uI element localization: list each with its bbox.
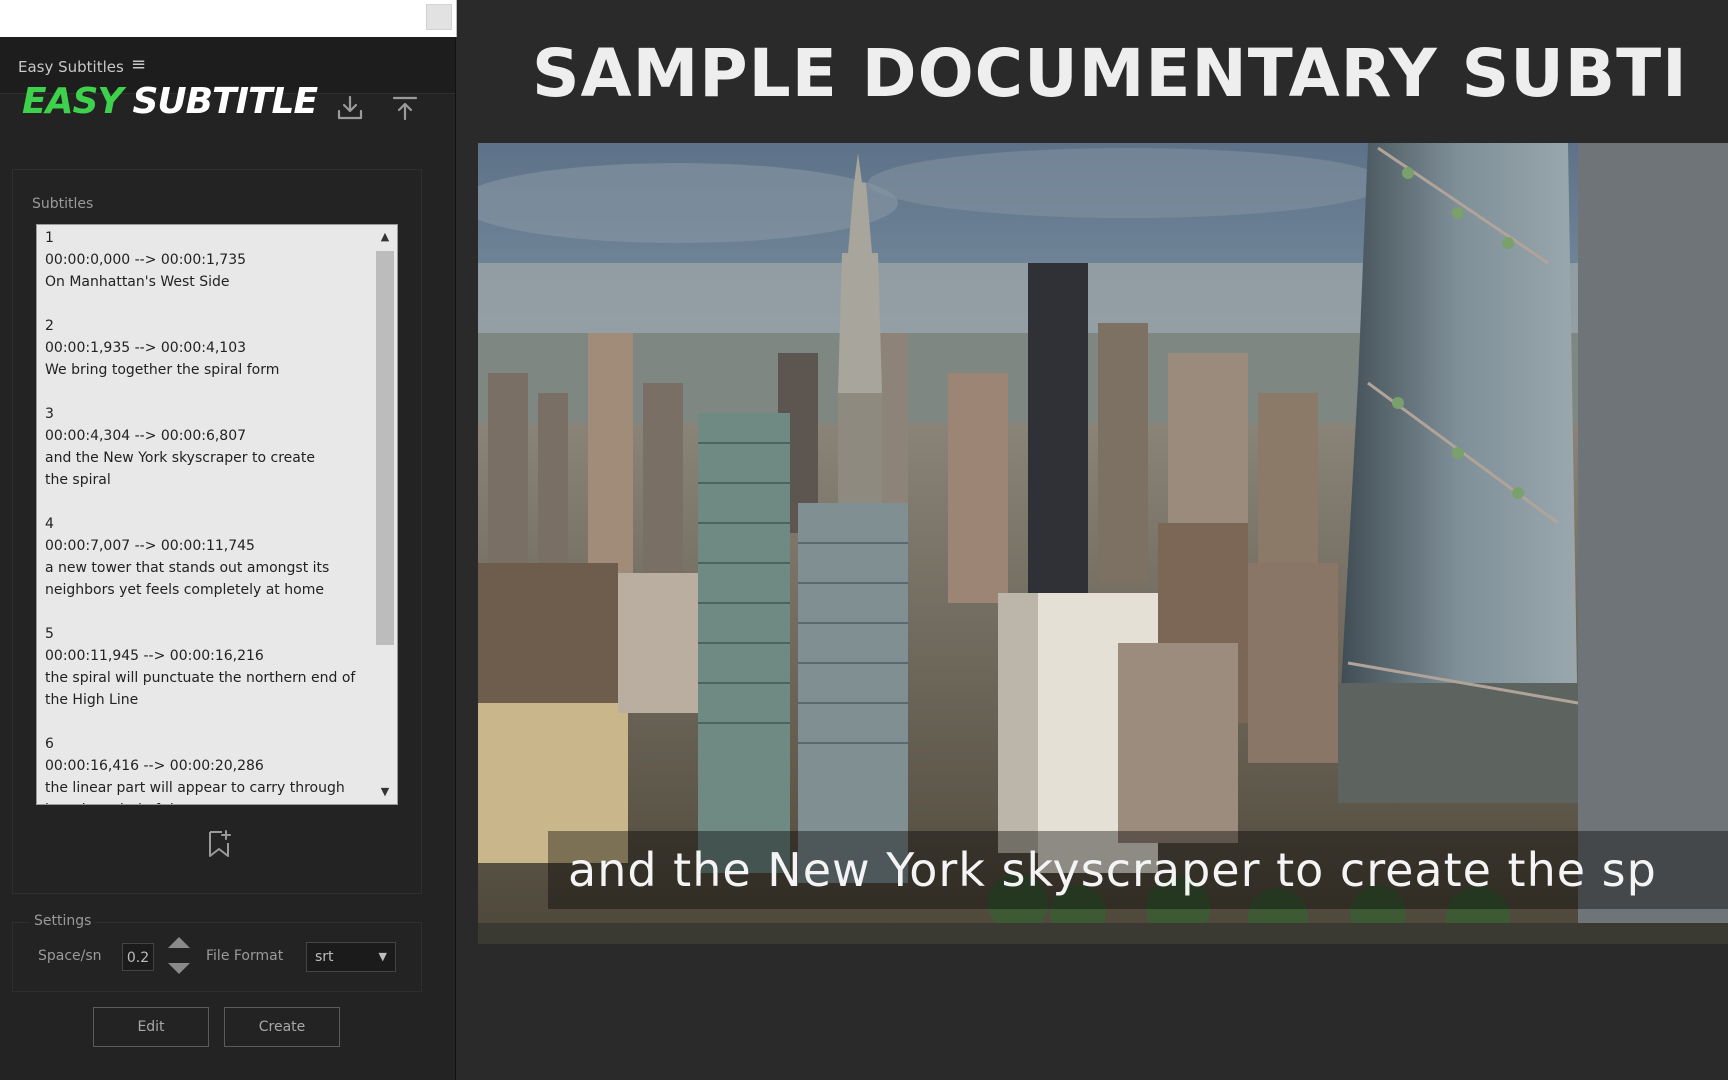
subtitles-label: Subtitles: [28, 196, 98, 212]
import-icon[interactable]: [335, 93, 365, 123]
logo-easy: EASY: [22, 81, 123, 122]
panel-top-strip: [0, 0, 457, 37]
panel-title: Easy Subtitles: [18, 58, 124, 76]
preview-title: SAMPLE DOCUMENTARY SUBTI: [532, 35, 1688, 112]
scrollbar-thumb[interactable]: [376, 251, 394, 645]
video-preview: and the New York skyscraper to create th…: [478, 143, 1728, 944]
stepper-up-icon[interactable]: [168, 937, 190, 948]
stepper-down-icon[interactable]: [168, 963, 190, 974]
edit-button[interactable]: Edit: [93, 1007, 209, 1047]
scroll-down-icon[interactable]: ▼: [373, 782, 397, 802]
file-format-label: File Format: [206, 948, 284, 964]
file-format-select[interactable]: srt ▼: [306, 942, 396, 972]
space-input[interactable]: 0.2: [122, 943, 154, 971]
scroll-up-icon[interactable]: ▲: [373, 227, 397, 247]
chevron-down-icon: ▼: [378, 950, 387, 963]
settings-label: Settings: [30, 913, 96, 929]
logo-subtitle: SUBTITLE: [132, 81, 318, 122]
easy-subtitle-logo: EASY SUBTITLE: [22, 81, 318, 122]
subtitles-content[interactable]: 1 00:00:0,000 --> 00:00:1,735 On Manhatt…: [45, 227, 365, 804]
create-button[interactable]: Create: [224, 1007, 340, 1047]
subtitle-caption: and the New York skyscraper to create th…: [568, 843, 1657, 897]
panel-menu-icon[interactable]: ≡: [131, 54, 146, 75]
bookmark-add-icon[interactable]: [206, 829, 232, 859]
file-format-value: srt: [315, 949, 334, 965]
city-skyline-image: [478, 143, 1728, 944]
subtitles-scrollbar[interactable]: ▲ ▼: [373, 225, 397, 804]
subtitles-textarea[interactable]: 1 00:00:0,000 --> 00:00:1,735 On Manhatt…: [36, 224, 398, 805]
space-label: Space/sn: [38, 948, 102, 964]
window-button[interactable]: [426, 4, 452, 30]
export-icon[interactable]: [390, 93, 420, 123]
